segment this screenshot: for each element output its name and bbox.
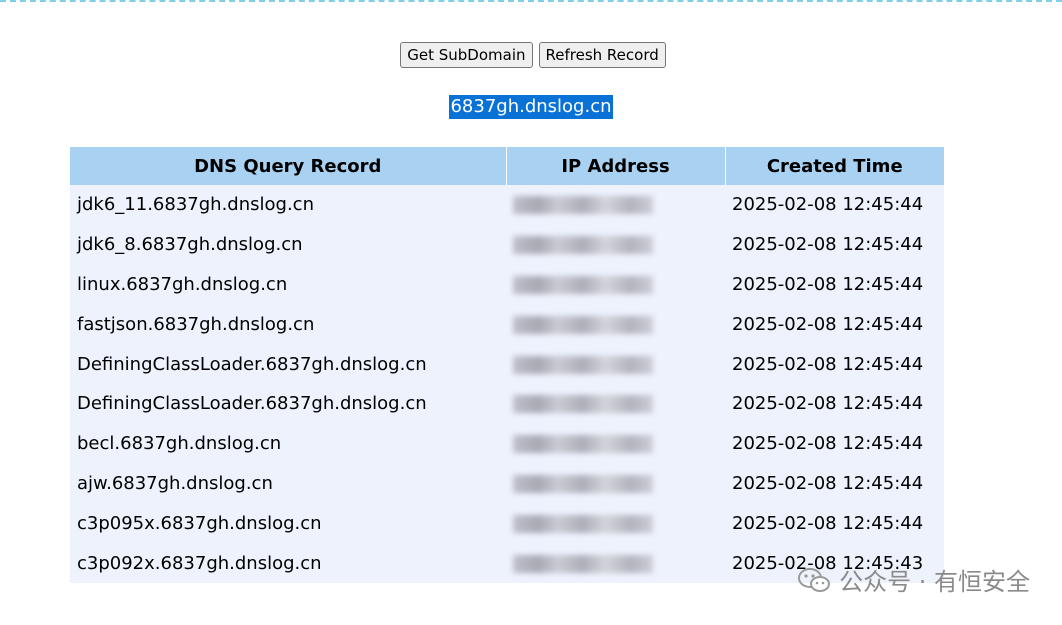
redacted-ip-blur [513, 514, 653, 533]
ip-address-cell [506, 384, 725, 424]
subdomain-display: 6837gh.dnslog.cn [0, 95, 1062, 119]
ip-address-cell [506, 185, 725, 225]
watermark: 公众号 · 有恒安全 [797, 562, 1030, 597]
created-time-cell: 2025-02-08 12:45:44 [732, 433, 924, 455]
redacted-ip-blur [513, 236, 653, 255]
redacted-ip-blur [513, 355, 653, 374]
column-header-dns-query: DNS Query Record [70, 147, 507, 185]
column-header-created-time: Created Time [725, 147, 944, 185]
subdomain-text[interactable]: 6837gh.dnslog.cn [449, 95, 613, 119]
redacted-ip-blur [513, 554, 653, 573]
created-time-cell: 2025-02-08 12:45:44 [732, 472, 924, 494]
ip-address-cell [506, 265, 725, 305]
dns-query-cell: DefiningClassLoader.6837gh.dnslog.cn [77, 393, 427, 415]
column-header-ip-address: IP Address [506, 147, 726, 185]
table-row: linux.6837gh.dnslog.cn 2025-02-08 12:45:4… [70, 265, 944, 305]
ip-address-cell [506, 543, 725, 583]
table-row: becl.6837gh.dnslog.cn 2025-02-08 12:45:44 [70, 424, 944, 464]
table-header: DNS Query Record IP Address Created Time [70, 147, 944, 185]
redacted-ip-blur [513, 275, 653, 294]
created-time-cell: 2025-02-08 12:45:44 [732, 273, 924, 295]
redacted-ip-blur [513, 196, 653, 215]
created-time-cell: 2025-02-08 12:45:44 [732, 194, 924, 216]
dns-query-cell: linux.6837gh.dnslog.cn [77, 273, 288, 295]
dns-query-cell: c3p095x.6837gh.dnslog.cn [77, 512, 322, 534]
ip-address-cell [506, 424, 725, 464]
dns-query-cell: ajw.6837gh.dnslog.cn [77, 472, 273, 494]
ip-address-cell [506, 304, 725, 344]
table-row: fastjson.6837gh.dnslog.cn 2025-02-08 12:4… [70, 304, 944, 344]
ip-address-cell [506, 503, 725, 543]
table-row: c3p095x.6837gh.dnslog.cn 2025-02-08 12:45… [70, 503, 944, 543]
redacted-ip-blur [513, 435, 653, 454]
created-time-cell: 2025-02-08 12:45:44 [732, 393, 924, 415]
table-row: DefiningClassLoader.6837gh.dnslog.cn 2025… [70, 344, 944, 384]
table-row: jdk6_8.6837gh.dnslog.cn 2025-02-08 12:45:… [70, 225, 944, 265]
table-body: jdk6_11.6837gh.dnslog.cn 2025-02-08 12:45… [70, 185, 944, 583]
table-row: jdk6_11.6837gh.dnslog.cn 2025-02-08 12:45… [70, 185, 944, 225]
top-dashed-divider [0, 0, 1062, 2]
ip-address-cell [506, 464, 725, 504]
dns-query-cell: jdk6_11.6837gh.dnslog.cn [77, 194, 314, 216]
created-time-cell: 2025-02-08 12:45:44 [732, 512, 924, 534]
created-time-cell: 2025-02-08 12:45:44 [732, 234, 924, 256]
dns-query-cell: becl.6837gh.dnslog.cn [77, 433, 282, 455]
dns-query-cell: fastjson.6837gh.dnslog.cn [77, 313, 315, 335]
redacted-ip-blur [513, 315, 653, 334]
get-subdomain-button[interactable]: Get SubDomain [400, 42, 533, 68]
dns-query-cell: DefiningClassLoader.6837gh.dnslog.cn [77, 353, 427, 375]
watermark-text: 公众号 · 有恒安全 [839, 568, 1030, 596]
created-time-cell: 2025-02-08 12:45:44 [732, 313, 924, 335]
wechat-icon [798, 567, 831, 592]
created-time-cell: 2025-02-08 12:45:44 [732, 353, 924, 375]
toolbar: Get SubDomain Refresh Record [0, 42, 1062, 68]
dns-records-table: DNS Query Record IP Address Created Time… [70, 147, 944, 583]
ip-address-cell [506, 344, 725, 384]
dns-query-cell: c3p092x.6837gh.dnslog.cn [77, 552, 322, 574]
table-row: DefiningClassLoader.6837gh.dnslog.cn 2025… [70, 384, 944, 424]
redacted-ip-blur [513, 474, 653, 493]
dns-query-cell: jdk6_8.6837gh.dnslog.cn [77, 234, 303, 256]
table-row: ajw.6837gh.dnslog.cn 2025-02-08 12:45:44 [70, 464, 944, 504]
redacted-ip-blur [513, 395, 653, 414]
refresh-record-button[interactable]: Refresh Record [538, 42, 666, 68]
ip-address-cell [506, 225, 725, 265]
